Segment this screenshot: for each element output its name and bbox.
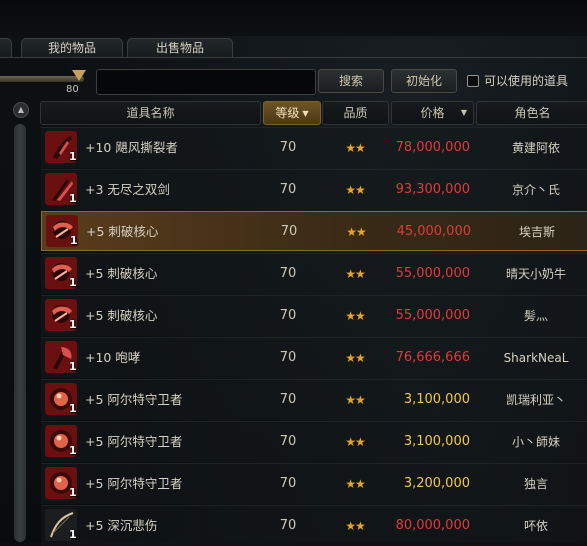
item-quality-stars: ★★: [345, 267, 366, 281]
item-quality-stars: ★★: [345, 519, 366, 533]
reset-button[interactable]: 初始化: [391, 69, 457, 93]
item-quantity: 1: [69, 360, 77, 373]
column-header-price[interactable]: 价格 ▼: [391, 101, 474, 125]
column-header-name[interactable]: 道具名称: [40, 101, 261, 125]
search-input[interactable]: [96, 69, 316, 95]
sort-desc-icon: ▼: [302, 109, 309, 118]
item-seller: 独言: [523, 477, 548, 491]
table-row[interactable]: 1 +5 深沉悲伤 70 ★★ 80,000,000 吥依: [41, 505, 587, 546]
tab-sell-items[interactable]: 出售物品: [127, 38, 233, 58]
item-name: +5 刺破核心: [85, 308, 158, 323]
item-name: +3 无尽之双剑: [85, 182, 170, 197]
item-name: +5 深沉悲伤: [85, 518, 158, 533]
top-band: [0, 0, 587, 36]
item-quantity: 1: [69, 444, 77, 457]
column-header-quality[interactable]: 品质: [322, 101, 389, 125]
usable-only-checkbox[interactable]: [467, 75, 479, 87]
search-button[interactable]: 搜索: [318, 69, 384, 93]
table-row[interactable]: 1 +5 刺破核心 70 ★★ 55,000,000 晴天小奶牛: [41, 253, 587, 294]
item-level: 70: [280, 224, 298, 239]
item-quantity: 1: [69, 192, 77, 205]
item-price: 93,300,000: [395, 182, 470, 197]
table-row[interactable]: 1 +10 咆哮 70 ★★ 76,666,666 SharkNeaL: [41, 337, 587, 378]
item-quality-stars: ★★: [345, 141, 366, 155]
item-level: 70: [279, 518, 297, 533]
item-level: 70: [279, 434, 297, 449]
item-quality-stars: ★★: [345, 435, 366, 449]
item-price: 55,000,000: [395, 266, 470, 281]
item-quantity: 1: [70, 234, 78, 247]
item-level: 70: [279, 140, 297, 155]
item-price: 55,000,000: [395, 308, 470, 323]
scroll-up-button[interactable]: ▲: [13, 102, 29, 118]
column-header-level[interactable]: 等级 ▼: [263, 101, 321, 125]
item-seller: SharkNeaL: [503, 351, 569, 365]
item-price: 3,100,000: [403, 392, 470, 407]
table-row[interactable]: 1 +5 刺破核心 70 ★★ 55,000,000 髣灬: [41, 295, 587, 336]
item-quantity: 1: [69, 486, 77, 499]
scrollbar-thumb[interactable]: [14, 124, 26, 542]
item-price: 3,200,000: [403, 476, 470, 491]
item-quantity: 1: [69, 150, 77, 163]
item-name: +5 刺破核心: [85, 266, 158, 281]
item-seller: 埃吉斯: [518, 225, 555, 239]
item-name: +10 咆哮: [85, 350, 141, 365]
item-name: +10 飓风撕裂者: [85, 140, 178, 155]
item-seller: 京介丶氏: [511, 183, 560, 197]
item-level: 70: [279, 476, 297, 491]
table-row[interactable]: 1 +10 飓风撕裂者 70 ★★ 78,000,000 黄建阿依: [41, 127, 587, 168]
level-slider-handle[interactable]: [72, 70, 86, 81]
item-name: +5 阿尔特守卫者: [85, 476, 183, 491]
item-quality-stars: ★★: [345, 183, 366, 197]
item-quantity: 1: [69, 318, 77, 331]
item-quality-stars: ★★: [345, 351, 366, 365]
table-row[interactable]: 1 +3 无尽之双剑 70 ★★ 93,300,000 京介丶氏: [41, 169, 587, 210]
item-level: 70: [279, 182, 297, 197]
item-price: 76,666,666: [395, 350, 470, 365]
item-name: +5 阿尔特守卫者: [85, 434, 183, 449]
table-row[interactable]: 1 +5 阿尔特守卫者 70 ★★ 3,100,000 小丶師妹: [41, 421, 587, 462]
table-row[interactable]: 1 +5 刺破核心 70 ★★ 45,000,000 埃吉斯: [41, 211, 587, 251]
sort-toggle-icon: ▼: [460, 108, 467, 117]
table-row[interactable]: 1 +5 阿尔特守卫者 70 ★★ 3,200,000 独言: [41, 463, 587, 504]
item-quality-stars: ★★: [345, 309, 366, 323]
item-quantity: 1: [69, 276, 77, 289]
item-price: 45,000,000: [396, 224, 471, 239]
item-name: +5 刺破核心: [86, 224, 159, 239]
tab-divider: [0, 57, 587, 58]
item-price: 80,000,000: [395, 518, 470, 533]
item-name: +5 阿尔特守卫者: [85, 392, 183, 407]
item-quality-stars: ★★: [345, 477, 366, 491]
item-quantity: 1: [69, 402, 77, 415]
item-price: 3,100,000: [403, 434, 470, 449]
item-seller: 小丶師妹: [511, 435, 560, 449]
item-seller: 黄建阿依: [511, 141, 560, 155]
item-seller: 凯瑞利亚丶: [505, 393, 566, 407]
item-price: 78,000,000: [395, 140, 470, 155]
table-row[interactable]: 1 +5 阿尔特守卫者 70 ★★ 3,100,000 凯瑞利亚丶: [41, 379, 587, 420]
item-seller: 髣灬: [523, 309, 548, 323]
item-seller: 吥依: [523, 519, 548, 533]
tab-my-items[interactable]: 我的物品: [21, 38, 123, 58]
item-quality-stars: ★★: [345, 393, 366, 407]
item-level: 70: [279, 266, 297, 281]
item-level: 70: [279, 392, 297, 407]
item-seller: 晴天小奶牛: [505, 267, 566, 281]
tab-partial[interactable]: [0, 38, 12, 58]
usable-only-label: 可以使用的道具: [484, 74, 569, 88]
item-level: 70: [279, 350, 297, 365]
item-level: 70: [279, 308, 297, 323]
level-slider-value: 80: [66, 84, 79, 95]
item-quantity: 1: [69, 528, 77, 541]
column-header-seller[interactable]: 角色名: [476, 101, 587, 125]
item-quality-stars: ★★: [346, 225, 367, 239]
